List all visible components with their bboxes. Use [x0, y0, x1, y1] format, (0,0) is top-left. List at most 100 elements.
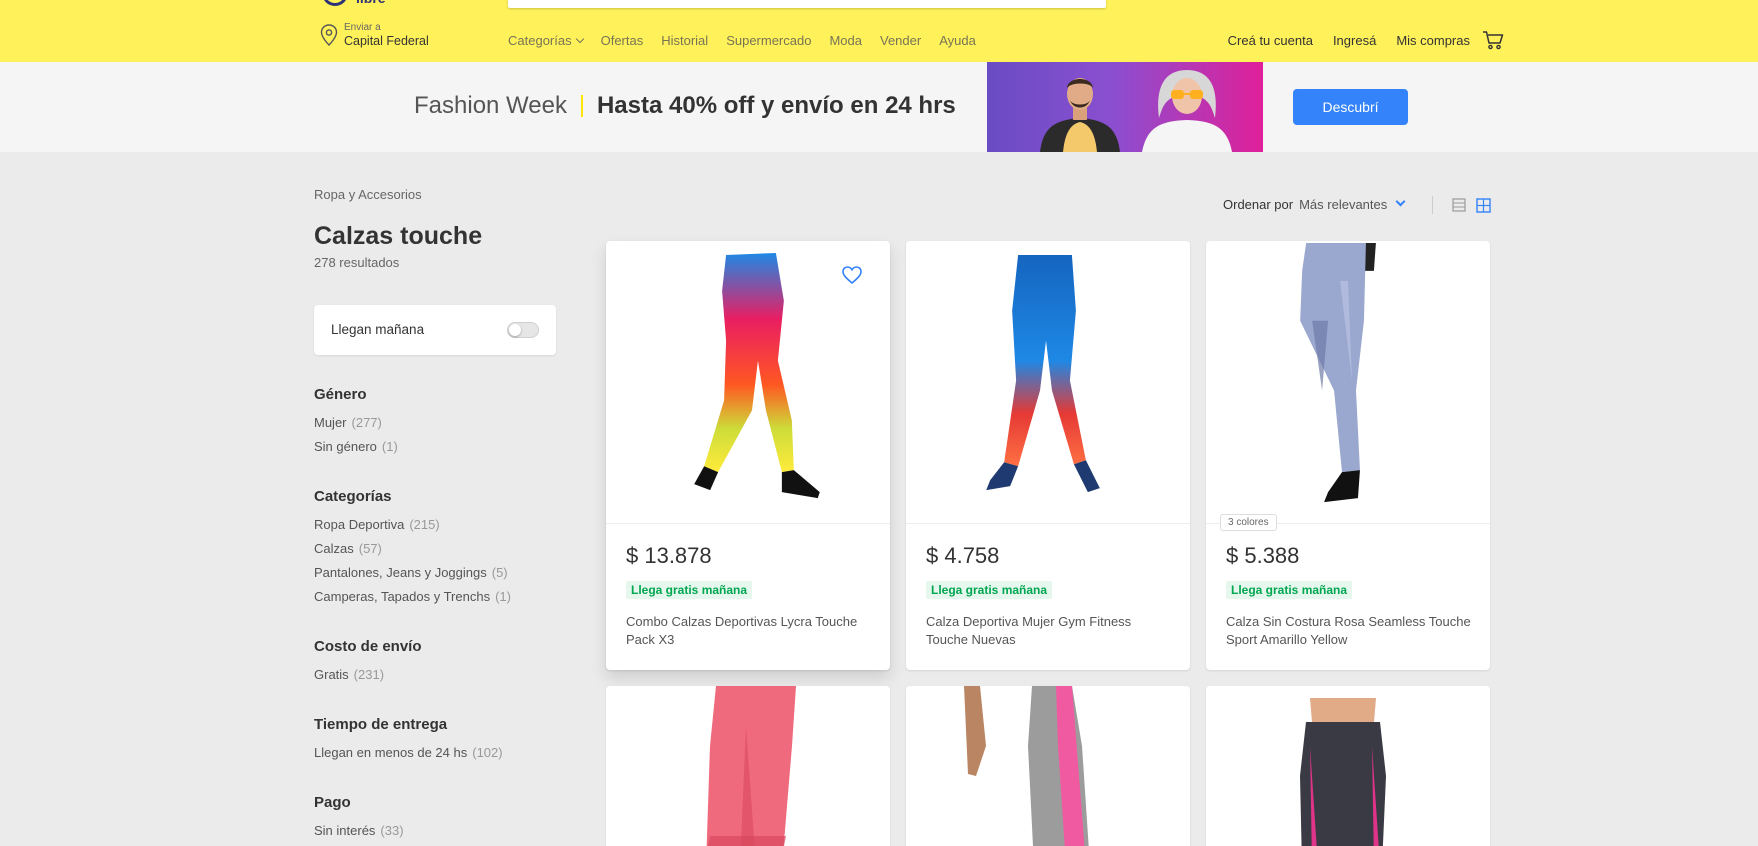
- product-card[interactable]: [1206, 686, 1490, 846]
- logo-swoosh-icon: [322, 0, 348, 6]
- shipping-badge: Llega gratis mañana: [926, 581, 1053, 599]
- promo-event: Fashion Week: [414, 92, 567, 119]
- grid-view-icon[interactable]: [1476, 198, 1491, 213]
- nav-categorias[interactable]: Categorías: [508, 33, 584, 48]
- nav-vender[interactable]: Vender: [880, 33, 921, 48]
- promo-model-image: [1142, 70, 1232, 152]
- create-account-link[interactable]: Creá tu cuenta: [1228, 33, 1313, 48]
- product-card[interactable]: [606, 686, 890, 846]
- cart-icon[interactable]: [1482, 30, 1504, 50]
- product-price: $ 13.878: [626, 543, 712, 568]
- nav-moda[interactable]: Moda: [829, 33, 862, 48]
- filter-option-label: Gratis: [314, 667, 349, 682]
- product-card[interactable]: 3 colores $ 5.388 Llega gratis mañana Ca…: [1206, 241, 1490, 670]
- promo-image: [987, 62, 1263, 152]
- filter-option-label: Sin género: [314, 439, 377, 454]
- filter-option[interactable]: Sin interés (33): [314, 821, 404, 845]
- filter-genero: Género Mujer (277) Sin género (1): [314, 386, 398, 461]
- nav-ayuda[interactable]: Ayuda: [939, 33, 976, 48]
- product-card[interactable]: [906, 686, 1190, 846]
- filter-title: Género: [314, 386, 367, 403]
- filter-option-label: Mujer: [314, 415, 347, 430]
- promo-model-image: [1040, 78, 1120, 152]
- leggings-image: [1300, 242, 1376, 503]
- login-link[interactable]: Ingresá: [1333, 33, 1376, 48]
- filter-option-label: Calzas: [314, 541, 354, 556]
- leggings-image: [1300, 698, 1386, 846]
- arrive-tomorrow-toggle[interactable]: [507, 322, 539, 338]
- filter-categorias: Categorías Ropa Deportiva (215) Calzas (57…: [314, 488, 511, 611]
- filter-costo-envio: Costo de envío Gratis (231): [314, 638, 422, 689]
- product-price: $ 4.758: [926, 543, 1000, 568]
- filter-tiempo-entrega: Tiempo de entrega Llegan en menos de 24 …: [314, 716, 503, 767]
- logo-text: libre: [356, 0, 386, 6]
- filter-option-label: Sin interés: [314, 823, 376, 838]
- shipping-badge: Llega gratis mañana: [1226, 581, 1353, 599]
- filter-option-count: (277): [351, 415, 382, 430]
- filter-option[interactable]: Pantalones, Jeans y Joggings (5): [314, 563, 511, 587]
- chevron-down-icon: [575, 34, 584, 44]
- results-count: 278 resultados: [314, 255, 400, 270]
- filter-option[interactable]: Calzas (57): [314, 539, 511, 563]
- filter-title: Costo de envío: [314, 638, 422, 655]
- breadcrumb[interactable]: Ropa y Accesorios: [314, 187, 422, 202]
- filter-option-count: (102): [472, 745, 503, 760]
- toggle-label: Llegan mañana: [331, 322, 425, 337]
- list-view-icon[interactable]: [1452, 198, 1466, 212]
- filter-option-label: Llegan en menos de 24 hs: [314, 745, 468, 760]
- filter-option-count: (1): [495, 589, 511, 604]
- product-title[interactable]: Calza Sin Costura Rosa Seamless Touche S…: [1226, 613, 1476, 649]
- filter-option[interactable]: Ropa Deportiva (215): [314, 515, 511, 539]
- filter-option[interactable]: Sin género (1): [314, 437, 398, 461]
- filter-option-count: (1): [381, 439, 398, 454]
- heart-icon[interactable]: [841, 265, 863, 285]
- promo-divider: [580, 95, 583, 117]
- leggings-image: [964, 686, 1089, 846]
- filter-option-count: (33): [380, 823, 404, 838]
- filter-option-label: Pantalones, Jeans y Joggings: [314, 565, 487, 580]
- shipping-badge: Llega gratis mañana: [626, 581, 753, 599]
- sort-label: Ordenar por: [1223, 197, 1294, 212]
- product-card[interactable]: $ 13.878 Llega gratis mañana Combo Calza…: [606, 241, 890, 670]
- chevron-down-icon: [1395, 196, 1406, 207]
- product-title[interactable]: Calza Deportiva Mujer Gym Fitness Touche…: [926, 613, 1176, 649]
- promo-offer: Hasta 40% off y envío en 24 hrs: [596, 92, 956, 119]
- filter-option-count: (231): [353, 667, 385, 682]
- leggings-image: [986, 254, 1100, 493]
- promo-banner[interactable]: Fashion Week Hasta 40% off y envío en 24…: [0, 62, 1758, 152]
- filter-option[interactable]: Mujer (277): [314, 413, 398, 437]
- product-image[interactable]: [906, 241, 1190, 524]
- filter-title: Categorías: [314, 488, 392, 505]
- sort-value: Más relevantes: [1299, 197, 1388, 212]
- product-title[interactable]: Combo Calzas Deportivas Lycra Touche Pac…: [626, 613, 876, 649]
- sort-dropdown[interactable]: Ordenar por Más relevantes: [1223, 196, 1406, 212]
- location-value: Capital Federal: [344, 34, 429, 48]
- filter-title: Pago: [314, 794, 351, 811]
- filter-pago: Pago Sin interés (33): [314, 794, 404, 845]
- colors-badge: 3 colores: [1220, 514, 1277, 531]
- nav-historial[interactable]: Historial: [661, 33, 708, 48]
- filter-title: Tiempo de entrega: [314, 716, 448, 733]
- nav-label: Categorías: [508, 33, 572, 48]
- logo[interactable]: libre: [322, 0, 412, 8]
- product-card[interactable]: $ 4.758 Llega gratis mañana Calza Deport…: [906, 241, 1190, 670]
- leggings-image: [706, 686, 796, 846]
- my-purchases-link[interactable]: Mis compras: [1396, 33, 1470, 48]
- location-pin-icon: [320, 24, 338, 46]
- filter-option-count: (215): [409, 517, 440, 532]
- filter-option-label: Camperas, Tapados y Trenchs: [314, 589, 491, 604]
- user-nav: Creá tu cuenta Ingresá Mis compras: [1228, 33, 1470, 48]
- filter-option[interactable]: Llegan en menos de 24 hs (102): [314, 743, 503, 767]
- search-input[interactable]: [508, 0, 1106, 8]
- discover-button[interactable]: Descubrí: [1293, 89, 1408, 125]
- filter-option-count: (5): [491, 565, 508, 580]
- filter-option-label: Ropa Deportiva: [314, 517, 405, 532]
- arrive-tomorrow-filter[interactable]: Llegan mañana: [314, 305, 556, 355]
- nav-supermercado[interactable]: Supermercado: [726, 33, 811, 48]
- main-nav: Categorías Ofertas Historial Supermercad…: [508, 33, 976, 48]
- promo-text: Fashion Week Hasta 40% off y envío en 24…: [414, 92, 956, 120]
- filter-option[interactable]: Camperas, Tapados y Trenchs (1): [314, 587, 511, 611]
- filter-option[interactable]: Gratis (231): [314, 665, 422, 689]
- nav-ofertas[interactable]: Ofertas: [601, 33, 644, 48]
- product-image[interactable]: [1206, 241, 1490, 524]
